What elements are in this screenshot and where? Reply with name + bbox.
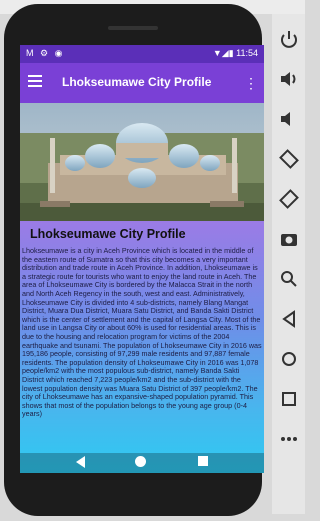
status-time: 11:54	[236, 48, 258, 58]
rotate-left-icon[interactable]	[278, 148, 300, 170]
back-triangle-icon[interactable]	[76, 456, 85, 468]
mosque-photo	[20, 103, 264, 221]
content-section: Lhokseumawe City Profile Lhokseumawe is …	[20, 221, 264, 473]
app-bar: Lhokseumawe City Profile ⋮	[20, 63, 264, 103]
zoom-icon[interactable]	[278, 268, 300, 290]
section-heading: Lhokseumawe City Profile	[30, 227, 186, 241]
android-nav-bar	[20, 453, 264, 473]
home-icon[interactable]	[278, 348, 300, 370]
overview-icon[interactable]	[278, 388, 300, 410]
body-paragraph: Lhokseumawe is a city in Aceh Province w…	[22, 246, 262, 419]
emulator-side-panel	[272, 14, 305, 514]
status-right: ▼◢▮ 11:54	[213, 48, 258, 59]
app-title: Lhokseumawe City Profile	[62, 75, 212, 89]
rotate-right-icon[interactable]	[278, 188, 300, 210]
more-icon[interactable]	[278, 428, 300, 450]
home-circle-icon[interactable]	[135, 456, 146, 467]
back-icon[interactable]	[278, 308, 300, 330]
phone-screen: M ⚙ ◉ ▼◢▮ 11:54 Lhokseumawe City Profile…	[20, 45, 264, 473]
hamburger-menu-icon[interactable]	[28, 75, 42, 89]
status-bar: M ⚙ ◉ ▼◢▮ 11:54	[20, 45, 264, 63]
volume-up-icon[interactable]	[278, 68, 300, 90]
phone-speaker	[108, 26, 158, 30]
status-notification-icons: M ⚙ ◉	[26, 48, 65, 58]
signal-battery-icon: ▼◢▮	[212, 48, 234, 58]
camera-icon[interactable]	[278, 228, 300, 250]
recents-square-icon[interactable]	[198, 456, 208, 466]
volume-down-icon[interactable]	[278, 108, 300, 130]
power-icon[interactable]	[278, 28, 300, 50]
more-vert-icon[interactable]: ⋮	[244, 73, 258, 93]
